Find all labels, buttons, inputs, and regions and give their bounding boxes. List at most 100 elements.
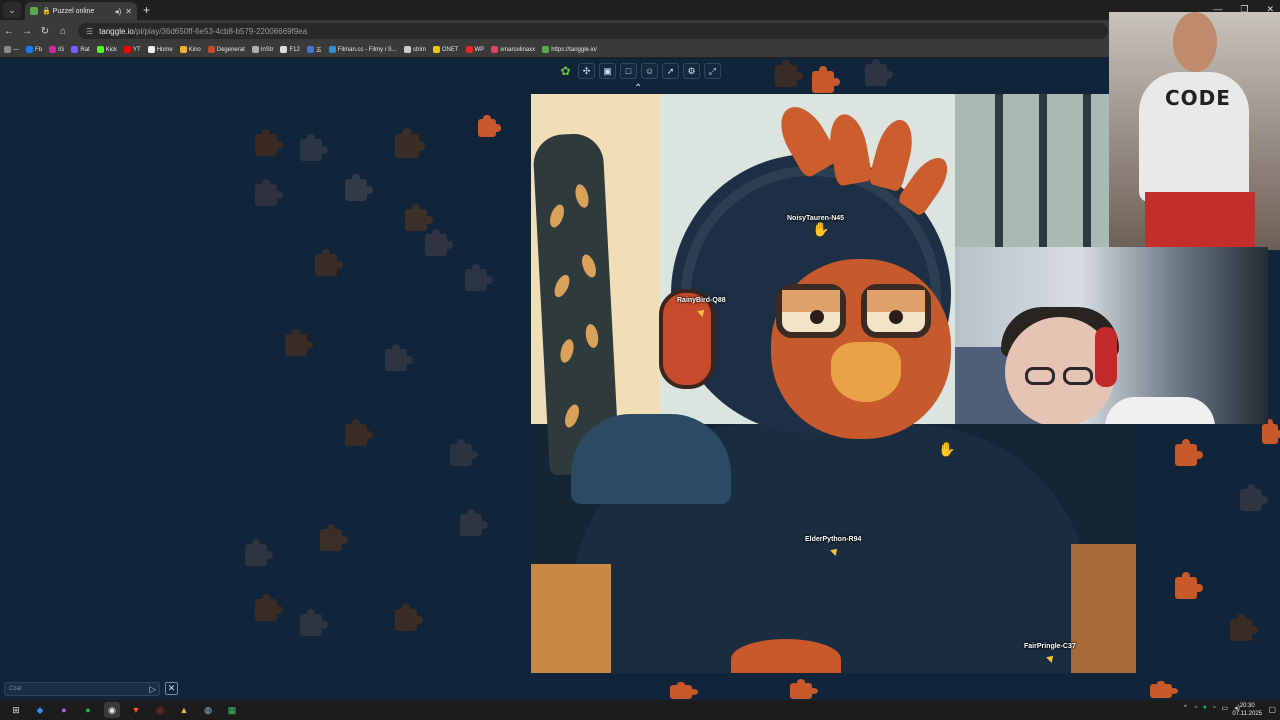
tray-app-icon[interactable]: ▫ <box>1213 704 1215 712</box>
loose-piece[interactable] <box>450 438 478 466</box>
loose-piece[interactable] <box>345 173 373 201</box>
loose-piece[interactable] <box>812 65 840 93</box>
home-icon[interactable]: ⌂ <box>54 26 72 37</box>
loose-piece[interactable] <box>345 418 373 446</box>
folder-icon <box>403 46 411 53</box>
taskbar-clock[interactable]: 20:30 07.11.2025 <box>1232 702 1262 718</box>
loose-piece[interactable] <box>245 538 273 566</box>
taskbar-app-icon[interactable]: ◍ <box>200 702 216 718</box>
loose-piece[interactable] <box>465 263 493 291</box>
bookmark-item[interactable]: Filman.cc - Filmy i S... <box>328 46 397 53</box>
bookmark-item[interactable]: xmarcelinaxx <box>491 46 535 53</box>
brave-icon[interactable]: ▼ <box>128 702 144 718</box>
taskbar-app-icon[interactable]: ◎ <box>152 702 168 718</box>
bookmark-item[interactable]: — <box>4 46 19 53</box>
tray-app-icon[interactable]: ● <box>1203 704 1207 712</box>
loose-piece[interactable] <box>255 128 283 156</box>
bookmark-folder[interactable]: strim <box>403 46 426 53</box>
taskbar-app-icon[interactable]: ▲ <box>176 702 192 718</box>
loose-piece[interactable] <box>1262 419 1280 444</box>
bookmark-item[interactable]: YT <box>124 46 141 53</box>
loose-piece[interactable] <box>395 128 425 158</box>
loose-piece[interactable] <box>865 59 893 86</box>
loose-piece[interactable] <box>395 603 423 631</box>
tray-app-icon[interactable]: ▫ <box>1194 704 1196 712</box>
bookmark-item[interactable]: Home <box>147 46 173 53</box>
reload-icon[interactable]: ↻ <box>36 26 54 37</box>
loose-piece[interactable] <box>460 508 488 536</box>
close-chat-icon[interactable]: ✕ <box>165 682 178 695</box>
loose-piece[interactable] <box>255 178 283 206</box>
bookmark-label: Kick <box>105 46 118 53</box>
new-tab-button[interactable]: + <box>143 3 150 17</box>
loose-piece[interactable] <box>300 608 328 636</box>
windows-start-icon[interactable]: ⊞ <box>8 702 24 718</box>
url-input[interactable]: ☰ tanggle.io/pl/play/36d650ff-6e53-4cb8-… <box>78 23 1108 39</box>
back-icon[interactable]: ← <box>0 26 18 37</box>
bookmark-item[interactable]: 五 <box>306 45 322 54</box>
forward-icon[interactable]: → <box>18 26 36 37</box>
spotify-icon[interactable]: ● <box>80 702 96 718</box>
tab-search-button[interactable]: ⌄ <box>3 2 21 18</box>
bookmark-item[interactable]: https://tanggle.io/ <box>542 46 597 53</box>
taskbar-app-icon[interactable]: ● <box>56 702 72 718</box>
tanggle-logo-icon[interactable]: ✿ <box>557 63 574 79</box>
url-path: /pl/play/36d650ff-6e53-4cb8-b579-2200666… <box>133 26 308 36</box>
loose-piece[interactable] <box>670 681 698 699</box>
puzzle-area-couch-left <box>531 564 611 673</box>
loose-piece[interactable] <box>405 203 433 231</box>
fullscreen-icon[interactable]: ⤢ <box>704 63 721 79</box>
chevron-up-icon[interactable]: ⌃ <box>1182 704 1188 712</box>
bookmark-item[interactable]: IG <box>49 46 64 53</box>
rat-icon <box>71 46 79 53</box>
loose-piece[interactable] <box>285 328 313 356</box>
loose-piece[interactable] <box>1150 680 1178 698</box>
chrome-icon[interactable]: ◉ <box>104 702 120 718</box>
puzzle-icon[interactable]: ✣ <box>578 63 595 79</box>
collapse-toolbar-icon[interactable]: ⌃ <box>634 83 642 94</box>
loose-piece[interactable] <box>1240 483 1268 511</box>
loose-piece[interactable] <box>1175 571 1203 599</box>
loose-piece[interactable] <box>425 228 453 256</box>
notification-icon[interactable]: ▢ <box>1268 705 1276 714</box>
taskbar-app-icon[interactable]: ▦ <box>224 702 240 718</box>
loose-piece[interactable] <box>300 133 328 161</box>
speaker-icon[interactable]: ◂) <box>115 7 122 16</box>
loose-piece[interactable] <box>790 679 818 699</box>
bookmark-item[interactable]: Kick <box>96 46 118 53</box>
webcam-overlay-streamer <box>955 247 1268 424</box>
chat-input[interactable]: Czat ▷ <box>4 682 160 696</box>
loose-piece[interactable] <box>1230 613 1258 641</box>
bookmark-label: Fb <box>35 46 43 53</box>
bookmark-item[interactable]: ONET <box>432 46 459 53</box>
loose-piece[interactable] <box>315 248 343 276</box>
bookmark-item[interactable]: Kino <box>179 46 201 53</box>
settings-icon[interactable]: ⚙ <box>683 63 700 79</box>
taskbar-app-icon[interactable]: ◆ <box>32 702 48 718</box>
loose-piece[interactable] <box>478 114 501 137</box>
close-tab-icon[interactable]: ✕ <box>125 7 132 16</box>
loose-piece[interactable] <box>385 343 413 371</box>
puzzle-area-beak <box>831 342 901 402</box>
bookmark-item[interactable]: Fb <box>26 46 42 53</box>
bookmark-item[interactable]: WP <box>465 46 484 53</box>
players-icon[interactable]: ☺ <box>641 63 658 79</box>
bookmark-label: Rat <box>80 46 90 53</box>
send-icon[interactable]: ▷ <box>149 684 156 695</box>
share-icon[interactable]: ➚ <box>662 63 679 79</box>
x-icon <box>147 46 155 53</box>
loose-piece[interactable] <box>775 59 803 87</box>
loose-piece[interactable] <box>255 593 283 621</box>
tab-puzzle[interactable]: 🔒 Puzzel online ◂) ✕ <box>25 2 137 20</box>
bookmark-label: Degenerat <box>216 46 245 53</box>
loose-piece[interactable] <box>320 523 348 551</box>
image-icon[interactable]: ▣ <box>599 63 616 79</box>
bookmark-item[interactable]: InStr <box>251 46 273 53</box>
loose-piece[interactable] <box>1175 438 1203 466</box>
bookmark-item[interactable]: Degenerat <box>207 46 245 53</box>
network-icon[interactable]: ▭ <box>1222 704 1229 712</box>
bookmark-item[interactable]: Rat <box>71 46 90 53</box>
site-info-icon[interactable]: ☰ <box>86 27 93 36</box>
square-icon[interactable]: □ <box>620 63 637 79</box>
bookmark-item[interactable]: F12 <box>280 46 300 53</box>
